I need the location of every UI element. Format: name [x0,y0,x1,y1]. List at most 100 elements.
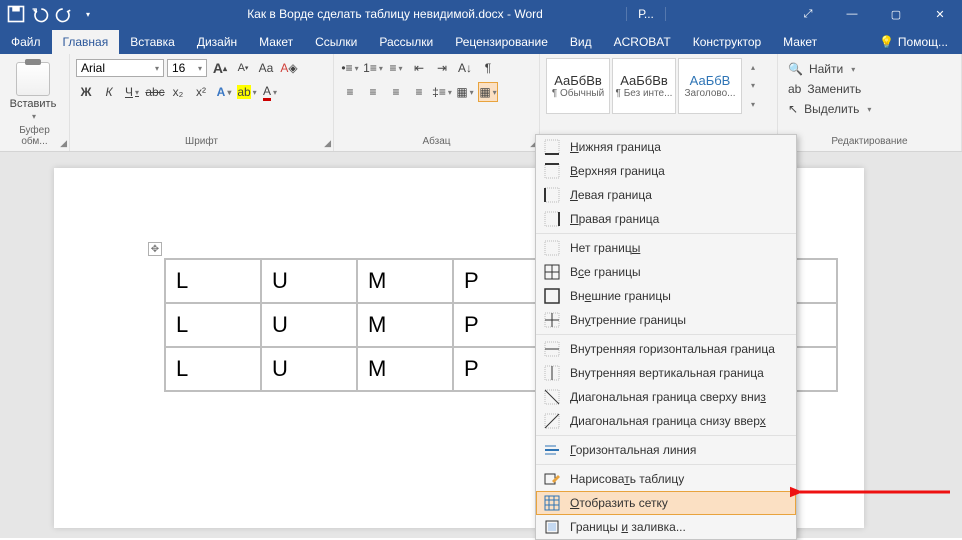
align-right-button[interactable]: ≡ [386,82,406,102]
line-spacing-button[interactable]: ‡≡▾ [432,82,452,102]
table-cell[interactable]: U [261,347,357,391]
tell-me-label: Помощ... [898,35,948,49]
multilevel-button[interactable]: ≡▾ [386,58,406,78]
select-button[interactable]: ↖Выделить▾ [784,100,955,118]
strike-button[interactable]: abc [145,82,165,102]
dd-left-border[interactable]: Левая граница [536,183,796,207]
style-nospacing[interactable]: АаБбВв¶ Без инте... [612,58,676,114]
border-top-icon [544,163,560,179]
align-center-button[interactable]: ≡ [363,82,383,102]
table-cell[interactable]: M [357,303,453,347]
shading-button[interactable]: ▦▾ [455,82,475,102]
bullets-button[interactable]: •≡▾ [340,58,360,78]
qat-more-icon[interactable]: ▾ [78,4,98,24]
dd-borders-shading[interactable]: Границы и заливка... [536,515,796,539]
borders-button[interactable]: ▦▾ [478,82,498,102]
table-cell[interactable]: M [357,259,453,303]
increase-indent-button[interactable]: ⇥ [432,58,452,78]
dd-right-border[interactable]: Правая граница [536,207,796,231]
font-size-combo[interactable]: 16▾ [167,59,207,77]
italic-button[interactable]: К [99,82,119,102]
find-button[interactable]: 🔍Найти▾ [784,60,955,78]
tell-me[interactable]: 💡Помощ... [868,30,962,54]
dd-inside-borders[interactable]: Внутренние границы [536,308,796,332]
style-name: ¶ Без инте... [616,88,673,99]
sort-button[interactable]: A↓ [455,58,475,78]
dd-outside-borders[interactable]: Внешние границы [536,284,796,308]
dd-inside-v-border[interactable]: Внутренняя вертикальная граница [536,361,796,385]
ribbon: Вставить ▾ Буфер обм... ◢ Arial▾ 16▾ A▴ … [0,54,962,152]
tab-table-layout[interactable]: Макет [772,30,828,54]
dialog-launcher-icon[interactable]: ◢ [324,138,331,149]
highlight-button[interactable]: ab▾ [237,82,257,102]
document-area: ✥ L U M P L U M P L U [0,152,962,538]
decrease-indent-button[interactable]: ⇤ [409,58,429,78]
window-title: Как в Ворде сделать таблицу невидимой.do… [104,7,626,21]
group-editing: 🔍Найти▾ abЗаменить ↖Выделить▾ Редактиров… [778,54,962,151]
clipboard-icon [16,62,50,96]
grow-font-button[interactable]: A▴ [210,58,230,78]
tab-table-design[interactable]: Конструктор [682,30,772,54]
dd-all-borders[interactable]: Все границы [536,260,796,284]
tab-file[interactable]: Файл [0,30,52,54]
account-tab[interactable]: Р... [626,7,666,21]
dd-draw-table[interactable]: Нарисовать таблицу [536,467,796,491]
font-name-combo[interactable]: Arial▾ [76,59,164,77]
tab-mailings[interactable]: Рассылки [368,30,444,54]
show-marks-button[interactable]: ¶ [478,58,498,78]
tab-insert[interactable]: Вставка [119,30,186,54]
undo-icon[interactable] [30,4,50,24]
close-icon[interactable]: ✕ [918,0,962,28]
border-all-icon [544,264,560,280]
text-effects-button[interactable]: A▾ [214,82,234,102]
style-heading1[interactable]: АаБбВЗаголово... [678,58,742,114]
underline-button[interactable]: Ч▾ [122,82,142,102]
dd-inside-h-border[interactable]: Внутренняя горизонтальная граница [536,337,796,361]
tab-layout[interactable]: Макет [248,30,304,54]
change-case-button[interactable]: Aa [256,58,276,78]
tab-review[interactable]: Рецензирование [444,30,559,54]
select-label: Выделить [804,102,859,116]
dialog-launcher-icon[interactable]: ◢ [60,138,67,149]
table-cell[interactable]: M [357,347,453,391]
paste-button[interactable]: Вставить ▾ [6,58,60,121]
tab-view[interactable]: Вид [559,30,603,54]
border-bottom-icon [544,139,560,155]
table-move-handle[interactable]: ✥ [148,242,162,256]
justify-button[interactable]: ≡ [409,82,429,102]
save-icon[interactable] [6,4,26,24]
dd-top-border[interactable]: Верхняя граница [536,159,796,183]
dd-view-gridlines[interactable]: Отобразить сетку [536,491,796,515]
ribbon-options-icon[interactable]: ⤢ [786,0,830,28]
subscript-button[interactable]: x₂ [168,82,188,102]
tab-design[interactable]: Дизайн [186,30,248,54]
superscript-button[interactable]: x² [191,82,211,102]
redo-icon[interactable] [54,4,74,24]
replace-button[interactable]: abЗаменить [784,80,955,98]
dd-horizontal-line[interactable]: Горизонтальная линия [536,438,796,462]
bold-button[interactable]: Ж [76,82,96,102]
dd-diag-up-border[interactable]: Диагональная граница снизу вверх [536,409,796,433]
clear-format-button[interactable]: A◈ [279,58,299,78]
style-normal[interactable]: АаБбВв¶ Обычный [546,58,610,114]
table-cell[interactable]: U [261,259,357,303]
tab-home[interactable]: Главная [52,30,120,54]
numbering-button[interactable]: 1≡▾ [363,58,383,78]
table-cell[interactable]: L [165,259,261,303]
dd-diag-down-border[interactable]: Диагональная граница сверху вниз [536,385,796,409]
align-left-button[interactable]: ≡ [340,82,360,102]
search-icon: 🔍 [788,62,803,76]
styles-more[interactable]: ▴▾▾ [744,58,760,114]
font-color-button[interactable]: A▾ [260,82,280,102]
minimize-icon[interactable]: — [830,0,874,28]
tab-acrobat[interactable]: ACROBAT [603,30,682,54]
table-cell[interactable]: L [165,303,261,347]
table-cell[interactable]: L [165,347,261,391]
border-none-icon [544,240,560,256]
table-cell[interactable]: U [261,303,357,347]
maximize-icon[interactable]: ▢ [874,0,918,28]
dd-no-border[interactable]: Нет границы [536,236,796,260]
shrink-font-button[interactable]: A▾ [233,58,253,78]
tab-references[interactable]: Ссылки [304,30,368,54]
dd-bottom-border[interactable]: ННижняя границаижняя граница [536,135,796,159]
